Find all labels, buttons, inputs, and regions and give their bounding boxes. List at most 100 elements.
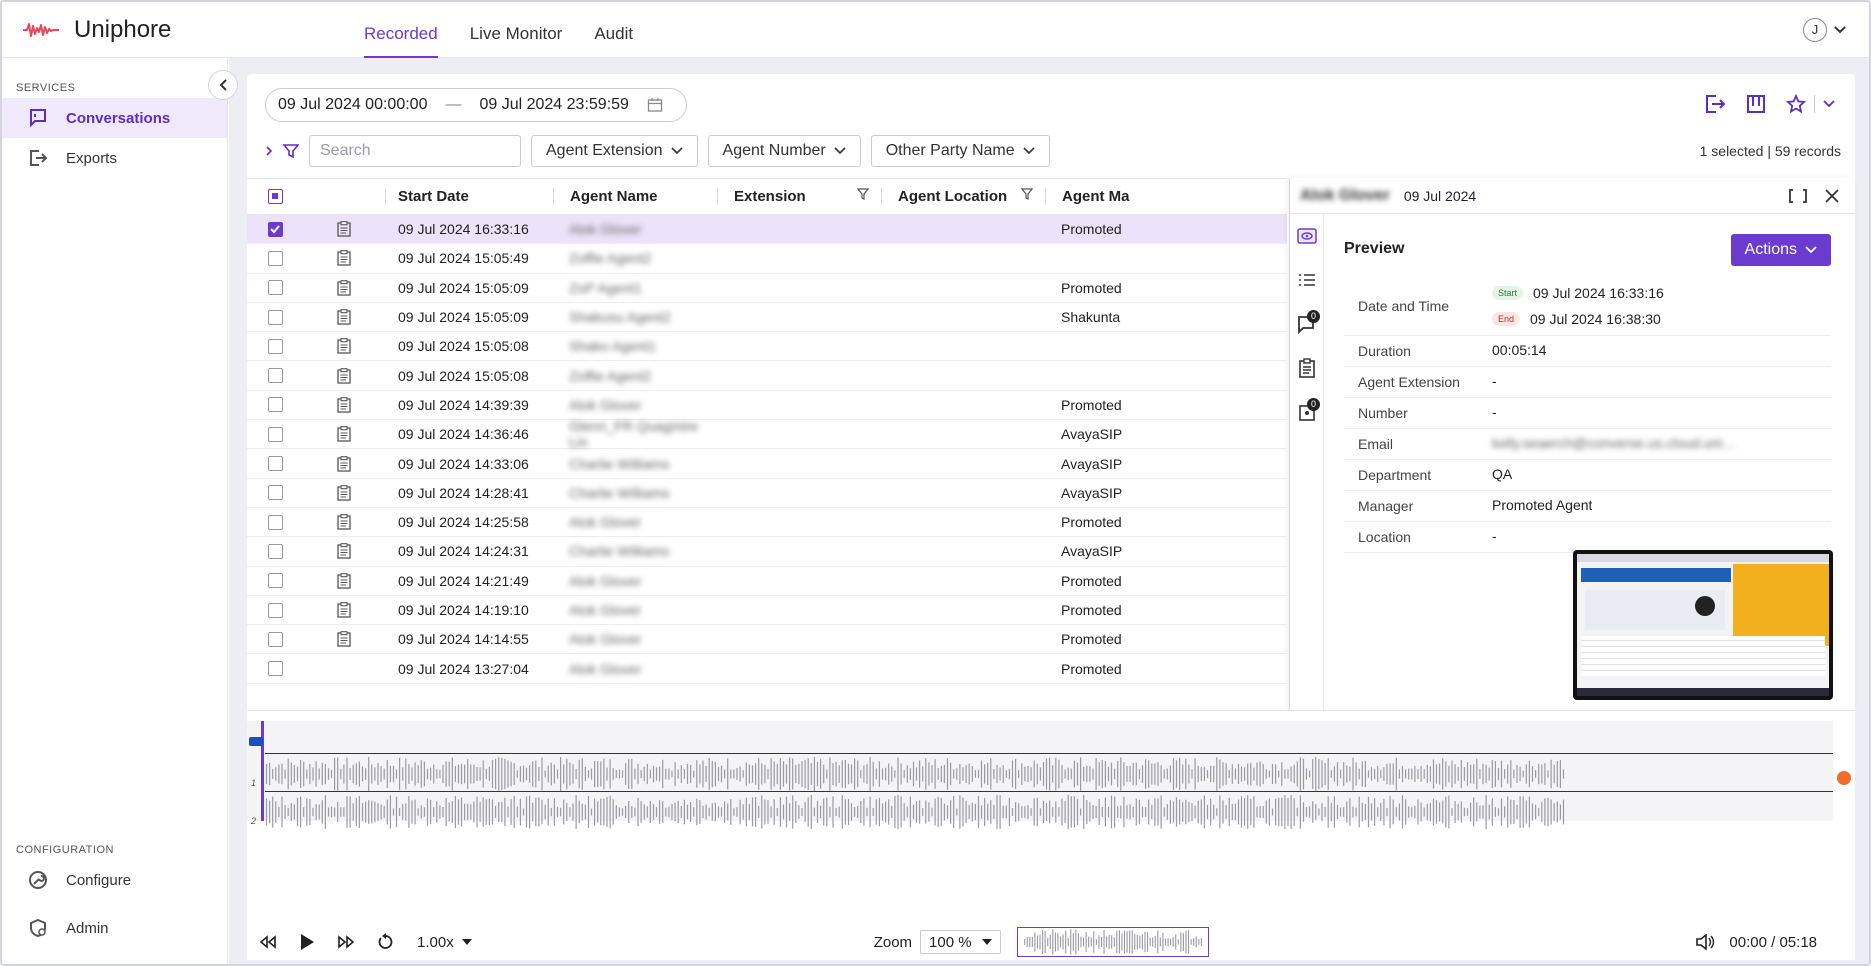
- cell-agent-name: Zoffie Agent2: [569, 250, 652, 267]
- chevron-down-icon[interactable]: [1833, 25, 1847, 35]
- row-checkbox[interactable]: [267, 543, 283, 559]
- header-extension[interactable]: Extension: [717, 188, 881, 205]
- row-checkbox[interactable]: [267, 280, 283, 296]
- tab-live-monitor[interactable]: Live Monitor: [470, 2, 563, 58]
- clipboard-icon[interactable]: [337, 455, 351, 472]
- table-row[interactable]: 09 Jul 2024 13:27:04 Alok Glover Promoted: [247, 654, 1287, 684]
- other-party-name-dropdown[interactable]: Other Party Name: [870, 135, 1050, 167]
- playhead[interactable]: [261, 721, 264, 821]
- date-range-picker[interactable]: 09 Jul 2024 00:00:00 — 09 Jul 2024 23:59…: [265, 88, 687, 122]
- table-row[interactable]: 09 Jul 2024 14:33:06 Charlie Williams Avay…: [247, 449, 1287, 479]
- row-checkbox[interactable]: [267, 221, 283, 237]
- fast-forward-icon[interactable]: [337, 935, 355, 949]
- clipboard-icon[interactable]: [337, 309, 351, 325]
- clipboard-icon[interactable]: [337, 367, 351, 384]
- close-icon[interactable]: [1825, 188, 1839, 203]
- clipboard-icon[interactable]: [337, 543, 351, 560]
- row-checkbox[interactable]: [267, 397, 283, 413]
- agent-extension-dropdown[interactable]: Agent Extension: [531, 135, 698, 167]
- scroll-marker-icon[interactable]: [1837, 771, 1851, 785]
- clipboard-icon[interactable]: [337, 397, 351, 413]
- row-checkbox[interactable]: [267, 368, 283, 384]
- waveform-area[interactable]: 1 2: [247, 721, 1833, 830]
- row-checkbox[interactable]: [267, 309, 283, 325]
- row-checkbox[interactable]: [267, 631, 283, 647]
- row-checkbox[interactable]: [267, 426, 283, 442]
- zoom-select[interactable]: 100 %: [920, 930, 1001, 954]
- header-agent-location[interactable]: Agent Location: [881, 188, 1045, 205]
- expand-icon[interactable]: [1789, 188, 1807, 203]
- play-icon[interactable]: [299, 933, 315, 951]
- table-row[interactable]: 09 Jul 2024 15:05:09 ZoP Agent1 Promoted: [247, 274, 1287, 303]
- clipboard-icon[interactable]: [337, 279, 351, 296]
- clipboard-icon[interactable]: [337, 602, 351, 618]
- clipboard-icon[interactable]: [337, 250, 351, 267]
- sidebar-item-exports[interactable]: Exports: [2, 138, 227, 178]
- column-filter-icon[interactable]: [857, 188, 869, 200]
- row-checkbox[interactable]: [267, 602, 283, 618]
- columns-icon[interactable]: [1746, 94, 1766, 114]
- sidebar-item-configure[interactable]: Configure: [2, 860, 227, 900]
- table-row[interactable]: 09 Jul 2024 15:05:49 Zoffie Agent2: [247, 244, 1287, 274]
- search-input[interactable]: [309, 135, 521, 167]
- row-checkbox[interactable]: [267, 573, 283, 589]
- row-checkbox[interactable]: [267, 456, 283, 472]
- row-checkbox[interactable]: [267, 485, 283, 501]
- sidebar-item-admin[interactable]: Admin: [2, 908, 227, 948]
- select-all-checkbox[interactable]: [267, 189, 283, 204]
- channel-label: 1: [251, 778, 257, 788]
- actions-button[interactable]: Actions: [1730, 234, 1831, 266]
- tab-audit[interactable]: Audit: [594, 2, 633, 58]
- table-row[interactable]: 09 Jul 2024 15:05:08 Zoffie Agent2: [247, 361, 1287, 391]
- table-row[interactable]: 09 Jul 2024 14:14:55 Alok Glover Promoted: [247, 625, 1287, 655]
- sidebar-item-conversations[interactable]: Conversations: [2, 98, 227, 138]
- clipboard-icon[interactable]: [337, 426, 351, 442]
- clipboard-icon[interactable]: [337, 572, 351, 589]
- waveform-minimap[interactable]: [1016, 927, 1209, 957]
- filter-icon[interactable]: [283, 143, 299, 159]
- rail-notes[interactable]: [1290, 346, 1324, 390]
- rewind-icon[interactable]: [259, 935, 277, 949]
- clipboard-icon[interactable]: [337, 221, 351, 237]
- sidebar-collapse-button[interactable]: [208, 70, 238, 100]
- table-row[interactable]: 09 Jul 2024 14:28:41 Charlie Williams Avay…: [247, 479, 1287, 508]
- row-checkbox[interactable]: [267, 338, 283, 354]
- avatar[interactable]: J: [1803, 18, 1827, 42]
- screen-recording-thumbnail[interactable]: [1573, 550, 1833, 700]
- rail-transcript[interactable]: [1290, 258, 1324, 302]
- table-row[interactable]: 09 Jul 2024 16:33:16 Alok Glover Promoted: [247, 215, 1287, 245]
- table-row[interactable]: 09 Jul 2024 14:24:31 Charlie Williams Avay…: [247, 537, 1287, 567]
- header-agent-manager[interactable]: Agent Ma: [1045, 188, 1165, 205]
- agent-number-dropdown[interactable]: Agent Number: [707, 135, 861, 167]
- volume-icon[interactable]: [1695, 934, 1715, 950]
- tab-recorded[interactable]: Recorded: [364, 2, 438, 58]
- export-icon[interactable]: [1704, 94, 1726, 114]
- header-agent-name[interactable]: Agent Name: [553, 188, 717, 205]
- replay-icon[interactable]: [377, 933, 395, 951]
- rail-comments[interactable]: 0: [1290, 302, 1324, 346]
- row-checkbox[interactable]: [267, 661, 283, 677]
- table-row[interactable]: 09 Jul 2024 14:19:10 Alok Glover Promoted: [247, 596, 1287, 626]
- playback-speed-select[interactable]: 1.00x: [417, 934, 472, 951]
- table-row[interactable]: 09 Jul 2024 14:25:58 Alok Glover Promoted: [247, 508, 1287, 538]
- table-row[interactable]: 09 Jul 2024 14:21:49 Alok Glover Promoted: [247, 567, 1287, 596]
- rail-tags[interactable]: 0: [1290, 390, 1324, 434]
- favorites-menu[interactable]: [1786, 94, 1835, 114]
- chevron-right-icon[interactable]: [265, 145, 273, 157]
- clipboard-icon[interactable]: [337, 338, 351, 354]
- table-row[interactable]: 09 Jul 2024 15:05:08 Shako Agent1: [247, 332, 1287, 362]
- rail-preview[interactable]: [1290, 214, 1324, 258]
- column-filter-icon[interactable]: [1021, 188, 1033, 200]
- table-row[interactable]: 09 Jul 2024 14:36:46 Glenn_FR Quagmire Li…: [247, 418, 1287, 450]
- table-row[interactable]: 09 Jul 2024 14:39:39 Alok Glover Promoted: [247, 391, 1287, 421]
- header-start-date[interactable]: Start Date: [385, 188, 553, 205]
- row-checkbox[interactable]: [267, 514, 283, 530]
- clipboard-icon[interactable]: [337, 484, 351, 501]
- cell-manager: AvayaSIP: [1061, 455, 1123, 472]
- row-checkbox[interactable]: [267, 250, 283, 266]
- playhead-marker-icon[interactable]: [249, 737, 263, 746]
- clipboard-icon[interactable]: [337, 631, 351, 647]
- table-row[interactable]: 09 Jul 2024 15:05:09 Shakusu Agent2 Shakun…: [247, 303, 1287, 333]
- clipboard-icon[interactable]: [337, 514, 351, 530]
- user-menu[interactable]: J: [1803, 18, 1847, 42]
